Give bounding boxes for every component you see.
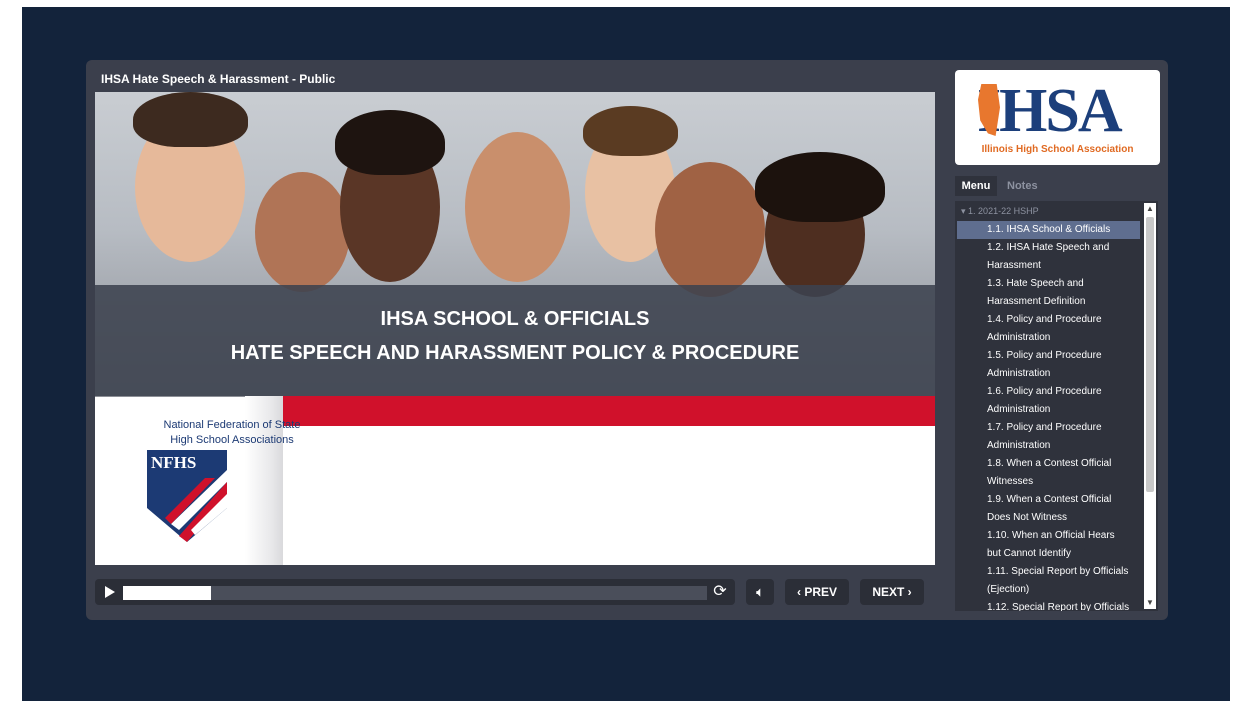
chevron-down-icon: ▾ — [961, 206, 966, 216]
menu-item-label: 1.7. Policy and Procedure — [987, 422, 1102, 433]
seekbar-progress — [123, 586, 211, 600]
menu-item-label: 1.10. When an Official Hears — [987, 530, 1115, 541]
ihsa-logo: IHSA Illinois High School Association — [955, 70, 1160, 165]
menu-scrollbar[interactable]: ▲ ▼ — [1144, 203, 1156, 609]
menu-section-label: 1. 2021-22 HSHP — [968, 206, 1039, 216]
menu-item-1-6[interactable]: 1.6. Policy and Procedure Administration — [957, 383, 1140, 419]
menu-item-label: Administration — [987, 332, 1051, 343]
slide-title-line2: HATE SPEECH AND HARASSMENT POLICY & PROC… — [230, 342, 800, 364]
menu-item-label: 1.12. Special Report by Officials — [987, 602, 1130, 611]
menu-item-label: 1.11. Special Report by Officials — [987, 566, 1129, 577]
nfhs-caption-line1: National Federation of State — [163, 419, 301, 431]
play-icon[interactable] — [105, 586, 115, 598]
menu-item-label: Does Not Witness — [987, 512, 1068, 523]
course-title: IHSA Hate Speech & Harassment - Public — [101, 72, 336, 86]
menu-item-1-11[interactable]: 1.11. Special Report by Officials (Eject… — [957, 563, 1140, 599]
menu-item-1-12[interactable]: 1.12. Special Report by Officials — [957, 599, 1140, 611]
menu-item-1-1[interactable]: 1.1. IHSA School & Officials — [957, 221, 1140, 239]
nfhs-caption: National Federation of State High School… — [147, 418, 317, 448]
menu-item-label: 1.4. Policy and Procedure — [987, 314, 1102, 325]
menu-item-1-4[interactable]: 1.4. Policy and Procedure Administration — [957, 311, 1140, 347]
ihsa-logo-subtitle: Illinois High School Association — [981, 144, 1134, 155]
prev-button[interactable]: ‹ PREV — [785, 579, 849, 605]
red-accent-bar — [283, 396, 935, 426]
menu-item-label: but Cannot Identify — [987, 548, 1071, 559]
photo-hair — [755, 152, 885, 222]
slide-title-banner: IHSA SCHOOL & OFFICIALS HATE SPEECH AND … — [95, 285, 935, 396]
menu-item-1-7[interactable]: 1.7. Policy and Procedure Administration — [957, 419, 1140, 455]
menu-item-label: Harassment — [987, 260, 1041, 271]
menu-item-label: Administration — [987, 404, 1051, 415]
menu-item-label: Administration — [987, 440, 1051, 451]
menu-item-label: 1.8. When a Contest Official — [987, 458, 1112, 469]
photo-face — [465, 132, 570, 282]
nfhs-logo-text: NFHS — [151, 453, 196, 472]
menu-item-1-9[interactable]: 1.9. When a Contest Official Does Not Wi… — [957, 491, 1140, 527]
replay-icon[interactable]: ⟳ — [711, 583, 729, 601]
nfhs-logo: NFHS — [147, 450, 227, 542]
photo-hair — [583, 106, 678, 156]
menu-item-label: 1.6. Policy and Procedure — [987, 386, 1102, 397]
menu-item-label: 1.9. When a Contest Official — [987, 494, 1112, 505]
seekbar[interactable] — [123, 586, 707, 600]
menu-item-label: 1.1. IHSA School & Officials — [987, 224, 1111, 235]
tab-notes[interactable]: Notes — [1007, 176, 1047, 196]
tab-menu[interactable]: Menu — [955, 176, 997, 196]
scroll-up-icon[interactable]: ▲ — [1144, 203, 1156, 215]
menu-item-1-3[interactable]: 1.3. Hate Speech and Harassment Definiti… — [957, 275, 1140, 311]
volume-button[interactable]: 🔈︎ — [746, 579, 774, 605]
photo-hair — [335, 110, 445, 175]
slide-menu: ▾ 1. 2021-22 HSHP 1.1. IHSA School & Off… — [955, 201, 1158, 611]
menu-item-label: 1.2. IHSA Hate Speech and — [987, 242, 1110, 253]
photo-face — [655, 162, 765, 297]
menu-item-label: Administration — [987, 368, 1051, 379]
menu-item-1-8[interactable]: 1.8. When a Contest Official Witnesses — [957, 455, 1140, 491]
menu-section[interactable]: ▾ 1. 2021-22 HSHP — [961, 206, 1039, 217]
menu-item-1-5[interactable]: 1.5. Policy and Procedure Administration — [957, 347, 1140, 383]
menu-item-label: Harassment Definition — [987, 296, 1086, 307]
volume-icon: 🔈︎ — [756, 585, 764, 599]
photo-hair — [133, 92, 248, 147]
scroll-thumb[interactable] — [1146, 217, 1154, 492]
menu-item-label: Witnesses — [987, 476, 1034, 487]
slide-canvas: IHSA SCHOOL & OFFICIALS HATE SPEECH AND … — [95, 92, 935, 565]
seekbar-container: ⟳ — [95, 579, 735, 605]
menu-item-label: 1.5. Policy and Procedure — [987, 350, 1102, 361]
next-button[interactable]: NEXT › — [860, 579, 924, 605]
menu-item-1-2[interactable]: 1.2. IHSA Hate Speech and Harassment — [957, 239, 1140, 275]
photo-face — [255, 172, 350, 292]
menu-item-label: (Ejection) — [987, 584, 1030, 595]
menu-item-label: 1.3. Hate Speech and — [987, 278, 1084, 289]
scroll-down-icon[interactable]: ▼ — [1144, 597, 1156, 609]
menu-item-1-10[interactable]: 1.10. When an Official Hears but Cannot … — [957, 527, 1140, 563]
nfhs-caption-line2: High School Associations — [170, 434, 294, 446]
slide-title-line1: IHSA SCHOOL & OFFICIALS — [380, 308, 650, 330]
player-controls: ⟳ 🔈︎ ‹ PREV NEXT › — [95, 578, 935, 608]
